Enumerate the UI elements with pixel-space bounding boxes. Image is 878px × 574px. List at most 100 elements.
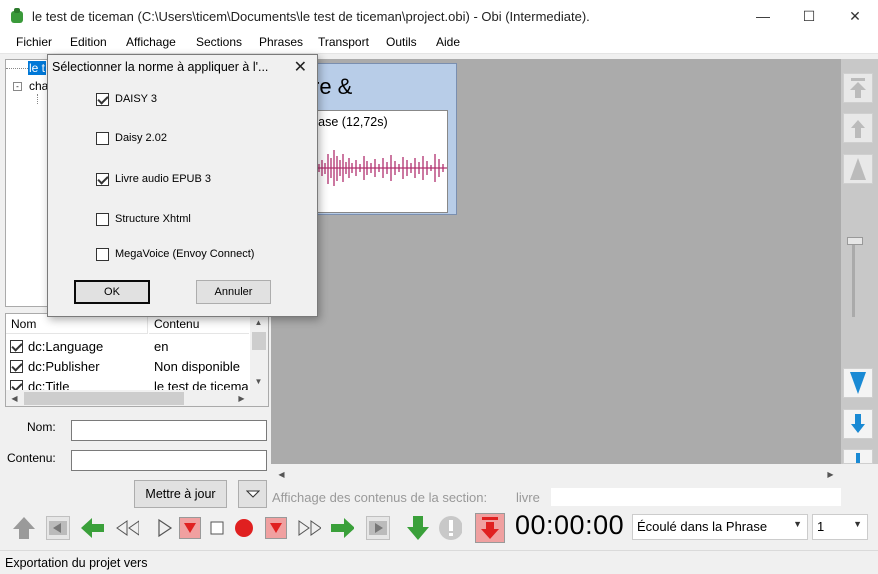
section-status-field <box>551 488 841 506</box>
navigate-up-icon[interactable] <box>12 516 36 540</box>
minimize-icon[interactable]: — <box>740 0 786 32</box>
go-to-bottom-icon[interactable] <box>843 449 873 464</box>
option-megavoice-checkbox[interactable] <box>96 248 109 261</box>
menu-sections[interactable]: Sections <box>196 35 242 49</box>
window-title: le test de ticeman (C:\Users\ticem\Docum… <box>32 9 590 24</box>
section-status-label: Affichage des contenus de la section: <box>272 490 488 505</box>
scroll-right-icon[interactable]: ▶ <box>822 466 839 483</box>
metadata-name: dc:Publisher <box>28 359 100 374</box>
previous-section-icon[interactable] <box>46 516 70 540</box>
dropdown-arrow-button[interactable] <box>238 480 267 508</box>
time-mode-select[interactable]: Écoulé dans la Phrase ▼ <box>632 514 808 540</box>
menu-fichier[interactable]: Fichier <box>16 35 52 49</box>
rewind-icon[interactable] <box>115 516 139 540</box>
zoom-down-icon[interactable] <box>843 368 873 398</box>
go-up-icon[interactable] <box>843 113 873 143</box>
menu-affichage[interactable]: Affichage <box>126 35 176 49</box>
record-icon[interactable] <box>232 516 256 540</box>
zoom-slider[interactable] <box>847 237 863 317</box>
warning-icon[interactable] <box>438 516 462 540</box>
play-selection-icon[interactable] <box>179 517 201 539</box>
content-hscrollbar[interactable]: ◀ ▶ <box>271 464 841 484</box>
export-standard-dialog: Sélectionner la norme à appliquer à l'..… <box>47 54 318 317</box>
next-section-icon[interactable] <box>366 516 390 540</box>
time-display: 00:00:00 <box>515 510 625 540</box>
name-input[interactable] <box>71 420 267 441</box>
waveform <box>313 150 447 186</box>
close-icon[interactable]: ✕ <box>294 57 307 77</box>
zoom-up-icon[interactable] <box>843 154 873 184</box>
ok-button[interactable]: OK <box>74 280 150 304</box>
phrase-label: rase (12,72s) <box>314 115 388 129</box>
option-daisy202-checkbox[interactable] <box>96 132 109 145</box>
content-input[interactable] <box>71 450 267 471</box>
next-phrase-icon[interactable] <box>330 516 354 540</box>
name-label: Nom: <box>27 420 56 434</box>
content-label: Contenu: <box>7 451 56 465</box>
option-xhtml-label[interactable]: Structure Xhtml <box>115 213 191 225</box>
play-icon[interactable] <box>152 516 176 540</box>
metadata-vscrollbar[interactable]: ▲ ▼ <box>250 314 268 390</box>
option-epub3-label[interactable]: Livre audio EPUB 3 <box>115 173 211 185</box>
cancel-button[interactable]: Annuler <box>196 280 271 304</box>
level-select[interactable]: 1 ▼ <box>812 514 868 540</box>
strip-title: re & <box>312 74 353 99</box>
column-header-name[interactable]: Nom <box>6 314 148 334</box>
close-icon[interactable]: ✕ <box>832 0 878 32</box>
option-megavoice-label[interactable]: MegaVoice (Envoy Connect) <box>115 248 254 260</box>
option-epub3-checkbox[interactable] <box>96 173 109 186</box>
scroll-right-icon[interactable]: ▶ <box>233 390 250 406</box>
update-button[interactable]: Mettre à jour <box>134 480 227 508</box>
chevron-down-icon: ▼ <box>793 519 802 529</box>
scroll-left-icon[interactable]: ◀ <box>6 390 23 406</box>
menu-outils[interactable]: Outils <box>386 35 417 49</box>
record-new-phrase-icon[interactable] <box>475 513 505 543</box>
option-daisy3-checkbox[interactable] <box>96 93 109 106</box>
obi-app-icon <box>11 8 23 23</box>
scroll-thumb[interactable] <box>252 332 266 350</box>
time-mode-value: Écoulé dans la Phrase <box>637 519 768 534</box>
slider-thumb[interactable] <box>847 237 863 245</box>
option-xhtml-checkbox[interactable] <box>96 213 109 226</box>
title-bar: le test de ticeman (C:\Users\ticem\Docum… <box>0 0 878 32</box>
go-to-top-icon[interactable] <box>843 73 873 103</box>
go-down-icon[interactable] <box>843 409 873 439</box>
status-bar: Exportation du projet vers <box>0 550 878 574</box>
menu-phrases[interactable]: Phrases <box>259 35 303 49</box>
section-status-value: livre <box>516 490 540 505</box>
tree-line <box>6 68 28 69</box>
tree-node-book[interactable]: le t <box>28 61 47 75</box>
metadata-checkbox[interactable] <box>10 340 23 353</box>
chevron-down-icon: ▼ <box>853 519 862 529</box>
metadata-hscrollbar[interactable]: ◀ ▶ <box>6 390 268 406</box>
section-status-bar: Affichage des contenus de la section: li… <box>271 487 841 507</box>
scroll-left-icon[interactable]: ◀ <box>273 466 290 483</box>
metadata-checkbox[interactable] <box>10 360 23 373</box>
stop-icon[interactable] <box>205 516 229 540</box>
scroll-corner <box>841 464 878 484</box>
previous-phrase-icon[interactable] <box>80 516 104 540</box>
scroll-thumb[interactable] <box>24 392 184 405</box>
maximize-icon[interactable]: ☐ <box>786 0 832 32</box>
metadata-value: Non disponible <box>154 359 241 374</box>
navigate-down-icon[interactable] <box>406 516 430 540</box>
option-daisy202-label[interactable]: Daisy 2.02 <box>115 132 167 144</box>
option-daisy3-label[interactable]: DAISY 3 <box>115 93 157 105</box>
content-side-toolbar <box>841 59 878 464</box>
menu-transport[interactable]: Transport <box>318 35 369 49</box>
scroll-down-icon[interactable]: ▼ <box>250 373 267 390</box>
level-value: 1 <box>817 519 825 534</box>
metadata-list[interactable]: Nom Contenu dc:Language en dc:Publisher … <box>5 313 269 407</box>
fast-forward-icon[interactable] <box>297 516 321 540</box>
tree-collapse-icon[interactable]: - <box>13 82 22 91</box>
menu-edition[interactable]: Edition <box>70 35 107 49</box>
tree-node-chapter[interactable]: cha <box>29 79 48 93</box>
menu-aide[interactable]: Aide <box>436 35 460 49</box>
metadata-value: en <box>154 339 169 354</box>
phrase-block[interactable]: rase (12,72s) <box>312 110 448 213</box>
metadata-name: dc:Language <box>28 339 104 354</box>
column-header-content[interactable]: Contenu <box>149 314 249 334</box>
status-text: Exportation du projet vers <box>5 556 148 570</box>
chevron-down-icon <box>245 490 260 498</box>
record-options-icon[interactable] <box>265 517 287 539</box>
